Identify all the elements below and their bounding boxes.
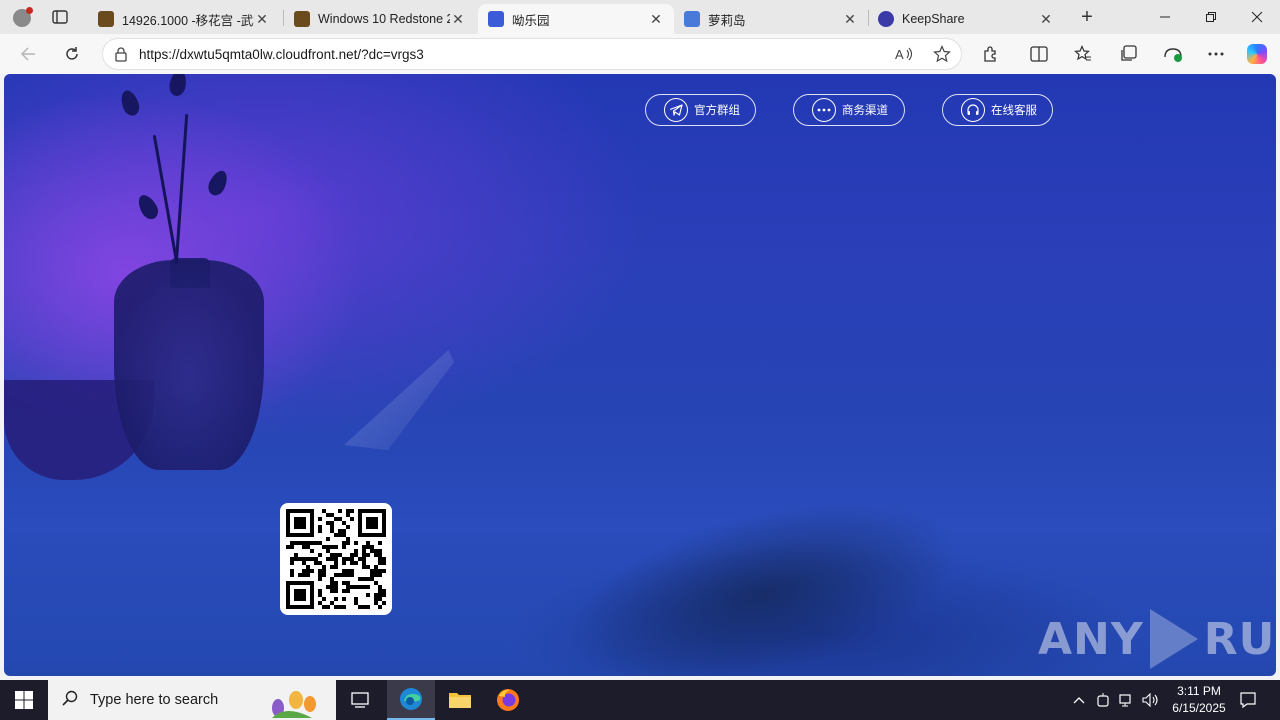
qr-code-pattern [286,509,386,609]
taskbar-firefox[interactable] [484,680,532,720]
business-channel-label: 商务渠道 [842,105,888,117]
headset-icon [961,98,985,122]
page-viewport: 官方群组 商务渠道 在线客服 ANY RUN [4,74,1276,676]
clock-date: 6/15/2025 [1172,701,1226,715]
tab-title: 呦乐园 [512,13,550,28]
tab-3-active[interactable]: 呦乐园 ✕ [478,4,674,34]
new-tab-button[interactable]: + [1076,6,1098,28]
telegram-icon [664,98,688,122]
minimize-button[interactable] [1142,0,1188,34]
refresh-button[interactable] [58,40,86,68]
task-view-button[interactable] [336,680,384,720]
task-view-icon [351,692,369,708]
online-support-label: 在线客服 [991,105,1037,117]
read-aloud-icon[interactable]: A [885,46,923,62]
windows-taskbar: Type here to search 3:11 PM 6/15/2025 [0,680,1280,720]
url-text[interactable]: https://dxwtu5qmta0lw.cloudfront.net/?dc… [139,47,885,62]
tab-close-icon[interactable]: ✕ [254,11,270,28]
folder-icon [449,693,471,708]
tab-close-icon[interactable]: ✕ [450,11,466,28]
clock-time: 3:11 PM [1177,684,1221,698]
tray-device-icon[interactable] [1092,680,1114,720]
tab-favicon-icon [878,11,894,27]
back-arrow-icon [20,47,35,61]
taskbar-search-box[interactable]: Type here to search [48,680,336,720]
tab-2[interactable]: Windows 10 Redstone 2 ✕ [284,4,476,34]
notification-icon [1240,692,1256,708]
chevron-up-icon [1073,697,1085,704]
tab-4[interactable]: 萝莉岛 ✕ [674,4,868,34]
site-info-icon[interactable] [103,46,139,62]
tab-favicon-icon [488,11,504,27]
taskbar-file-explorer[interactable] [436,680,484,720]
official-group-label: 官方群组 [694,105,740,117]
profile-button[interactable] [8,4,36,32]
taskbar-clock[interactable]: 3:11 PM 6/15/2025 [1160,683,1238,717]
tray-overflow-button[interactable] [1068,680,1090,720]
split-screen-icon[interactable] [1026,42,1052,66]
profile-avatar-icon [13,7,33,27]
anyrun-watermark: ANY RUN [1038,609,1276,669]
official-group-button[interactable]: 官方群组 [645,94,756,126]
tab-title: 14926.1000 -移花宫 -武林 [122,13,254,28]
address-bar[interactable]: https://dxwtu5qmta0lw.cloudfront.net/?dc… [102,38,962,70]
background-boat [344,350,454,450]
svg-text:A: A [895,47,904,62]
restore-icon [1206,12,1216,22]
taskbar-edge[interactable] [387,680,435,720]
online-support-button[interactable]: 在线客服 [942,94,1053,126]
extensions-icon[interactable] [978,42,1004,66]
refresh-icon [66,47,78,60]
search-flowers-icon [272,691,316,718]
watermark-run: RUN [1203,613,1276,665]
windows-logo-icon [15,691,33,709]
tray-network-icon[interactable] [1116,680,1138,720]
close-icon [1251,11,1263,23]
tab-strip: 14926.1000 -移花宫 -武林 ✕ Windows 10 Redston… [0,0,1280,34]
browser-essentials-icon[interactable] [1160,42,1186,66]
copilot-icon[interactable] [1244,42,1270,66]
tab-close-icon[interactable]: ✕ [648,11,664,28]
chat-icon [812,98,836,122]
browser-toolbar: https://dxwtu5qmta0lw.cloudfront.net/?dc… [0,34,1280,74]
tab-actions-button[interactable] [48,6,72,28]
background-reef [550,467,978,676]
background-vase [114,260,264,470]
business-channel-button[interactable]: 商务渠道 [793,94,905,126]
favorites-icon[interactable] [1070,42,1096,66]
more-menu-icon[interactable] [1203,42,1229,66]
tray-volume-icon[interactable] [1140,680,1162,720]
favorite-star-icon[interactable] [923,45,961,63]
tab-close-icon[interactable]: ✕ [842,11,858,28]
edge-icon [400,688,422,710]
collections-icon[interactable] [1115,42,1141,66]
action-center-button[interactable] [1234,680,1262,720]
minimize-icon [1160,16,1170,18]
search-icon [62,690,78,710]
tab-close-icon[interactable]: ✕ [1038,11,1054,28]
search-placeholder: Type here to search [90,692,219,708]
tab-1[interactable]: 14926.1000 -移花宫 -武林 ✕ [88,4,280,34]
tab-favicon-icon [294,11,310,27]
tab-title: Windows 10 Redstone 2 [318,12,450,26]
tab-title: KeepShare [902,12,965,26]
close-window-button[interactable] [1234,0,1280,34]
tab-favicon-icon [684,11,700,27]
watermark-play-icon [1149,609,1198,669]
qr-code[interactable] [280,503,392,615]
tab-5[interactable]: KeepShare ✕ [868,4,1064,34]
restore-button[interactable] [1188,0,1234,34]
start-button[interactable] [0,680,48,720]
watermark-any: ANY [1038,613,1144,665]
back-button[interactable] [14,40,42,68]
tab-favicon-icon [98,11,114,27]
tab-actions-icon [52,10,68,24]
firefox-icon [497,689,519,711]
tab-title: 萝莉岛 [708,13,746,28]
